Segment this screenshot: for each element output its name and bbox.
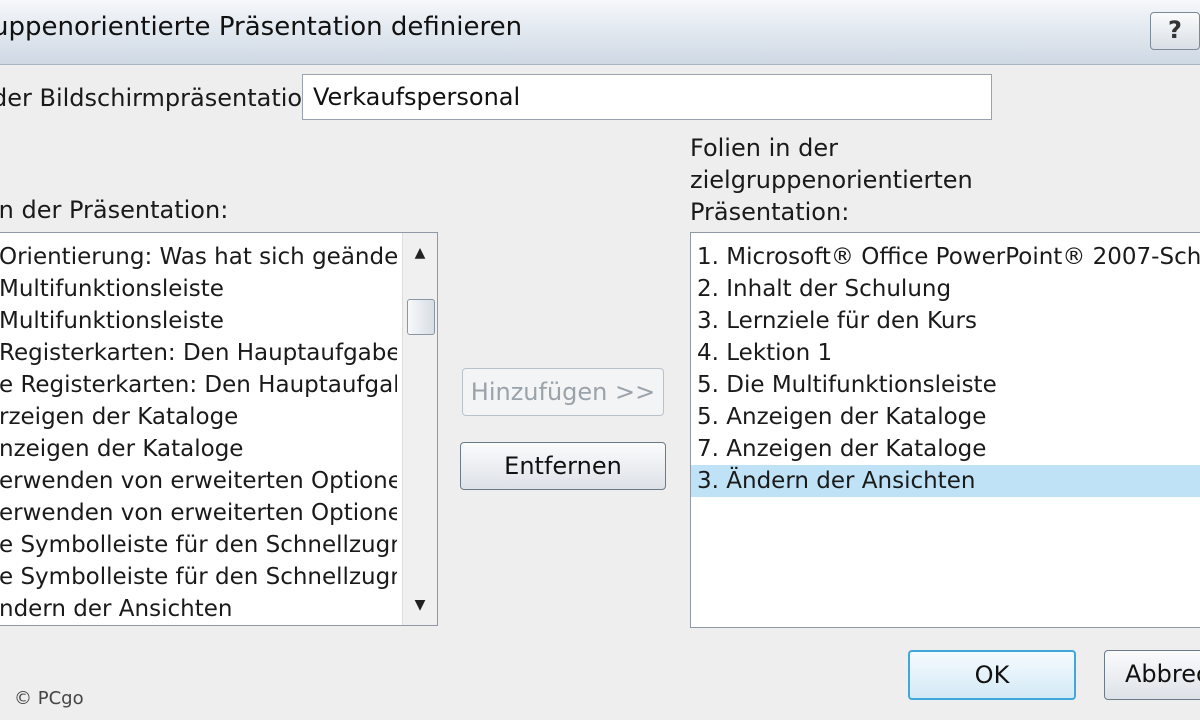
selected-slides-label: Folien in der zielgruppenorientierten Pr… xyxy=(690,132,973,228)
list-item[interactable]: e Registerkarten: Den Hauptaufgab xyxy=(0,369,397,401)
selected-slides-label-line: Präsentation: xyxy=(690,198,850,226)
list-item[interactable]: 5. Anzeigen der Kataloge xyxy=(691,401,1200,433)
list-item-selected[interactable]: 3. Ändern der Ansichten xyxy=(691,465,1200,497)
presentation-name-label: der Bildschirmpräsentation: xyxy=(0,84,326,112)
list-item[interactable]: erwenden von erweiterten Optionen xyxy=(0,497,397,529)
list-item[interactable]: e Symbolleiste für den Schnellzugriff xyxy=(0,561,397,593)
list-item[interactable]: 2. Inhalt der Schulung xyxy=(691,273,1200,305)
selected-slides-label-line: zielgruppenorientierten xyxy=(690,166,973,194)
title-bar: uppenorientierte Präsentation definieren… xyxy=(0,0,1200,65)
list-item[interactable]: ndern der Ansichten xyxy=(0,593,397,625)
list-item[interactable]: 3. Lernziele für den Kurs xyxy=(691,305,1200,337)
scroll-down-icon[interactable]: ▼ xyxy=(403,589,437,621)
list-item[interactable]: 1. Microsoft® Office PowerPoint® 2007-Sc… xyxy=(691,241,1200,273)
available-slides-list[interactable]: Orientierung: Was hat sich geände Multif… xyxy=(0,232,438,626)
list-item[interactable]: e Symbolleiste für den Schnellzugriff xyxy=(0,529,397,561)
list-item[interactable]: Orientierung: Was hat sich geände xyxy=(0,241,397,273)
list-item[interactable]: 4. Lektion 1 xyxy=(691,337,1200,369)
list-item[interactable]: Multifunktionsleiste xyxy=(0,273,397,305)
list-item[interactable]: erwenden von erweiterten Optionen xyxy=(0,465,397,497)
window-title: uppenorientierte Präsentation definieren xyxy=(0,12,523,42)
ok-button[interactable]: OK xyxy=(908,650,1076,700)
vertical-scrollbar[interactable]: ▲ ▼ xyxy=(402,233,437,625)
presentation-name-input[interactable] xyxy=(302,74,992,120)
remove-button[interactable]: Entfernen xyxy=(460,442,666,490)
cancel-button[interactable]: Abbrec xyxy=(1104,650,1200,700)
list-item[interactable]: 7. Anzeigen der Kataloge xyxy=(691,433,1200,465)
selected-slides-items: 1. Microsoft® Office PowerPoint® 2007-Sc… xyxy=(691,241,1200,497)
list-item[interactable]: Multifunktionsleiste xyxy=(0,305,397,337)
available-slides-label: in der Präsentation: xyxy=(0,196,229,224)
help-button[interactable]: ? xyxy=(1150,12,1200,50)
selected-slides-label-line: Folien in der xyxy=(690,134,838,162)
list-item[interactable]: nzeigen der Kataloge xyxy=(0,433,397,465)
list-item[interactable]: Registerkarten: Den Hauptaufgabe xyxy=(0,337,397,369)
scroll-up-icon[interactable]: ▲ xyxy=(403,237,437,269)
add-button[interactable]: Hinzufügen >> xyxy=(462,368,664,416)
watermark: © PCgo xyxy=(14,688,84,709)
list-item[interactable]: rzeigen der Kataloge xyxy=(0,401,397,433)
list-item[interactable]: 5. Die Multifunktionsleiste xyxy=(691,369,1200,401)
scrollbar-thumb[interactable] xyxy=(407,299,435,335)
selected-slides-list[interactable]: 1. Microsoft® Office PowerPoint® 2007-Sc… xyxy=(690,232,1200,628)
available-slides-items: Orientierung: Was hat sich geände Multif… xyxy=(0,241,437,625)
